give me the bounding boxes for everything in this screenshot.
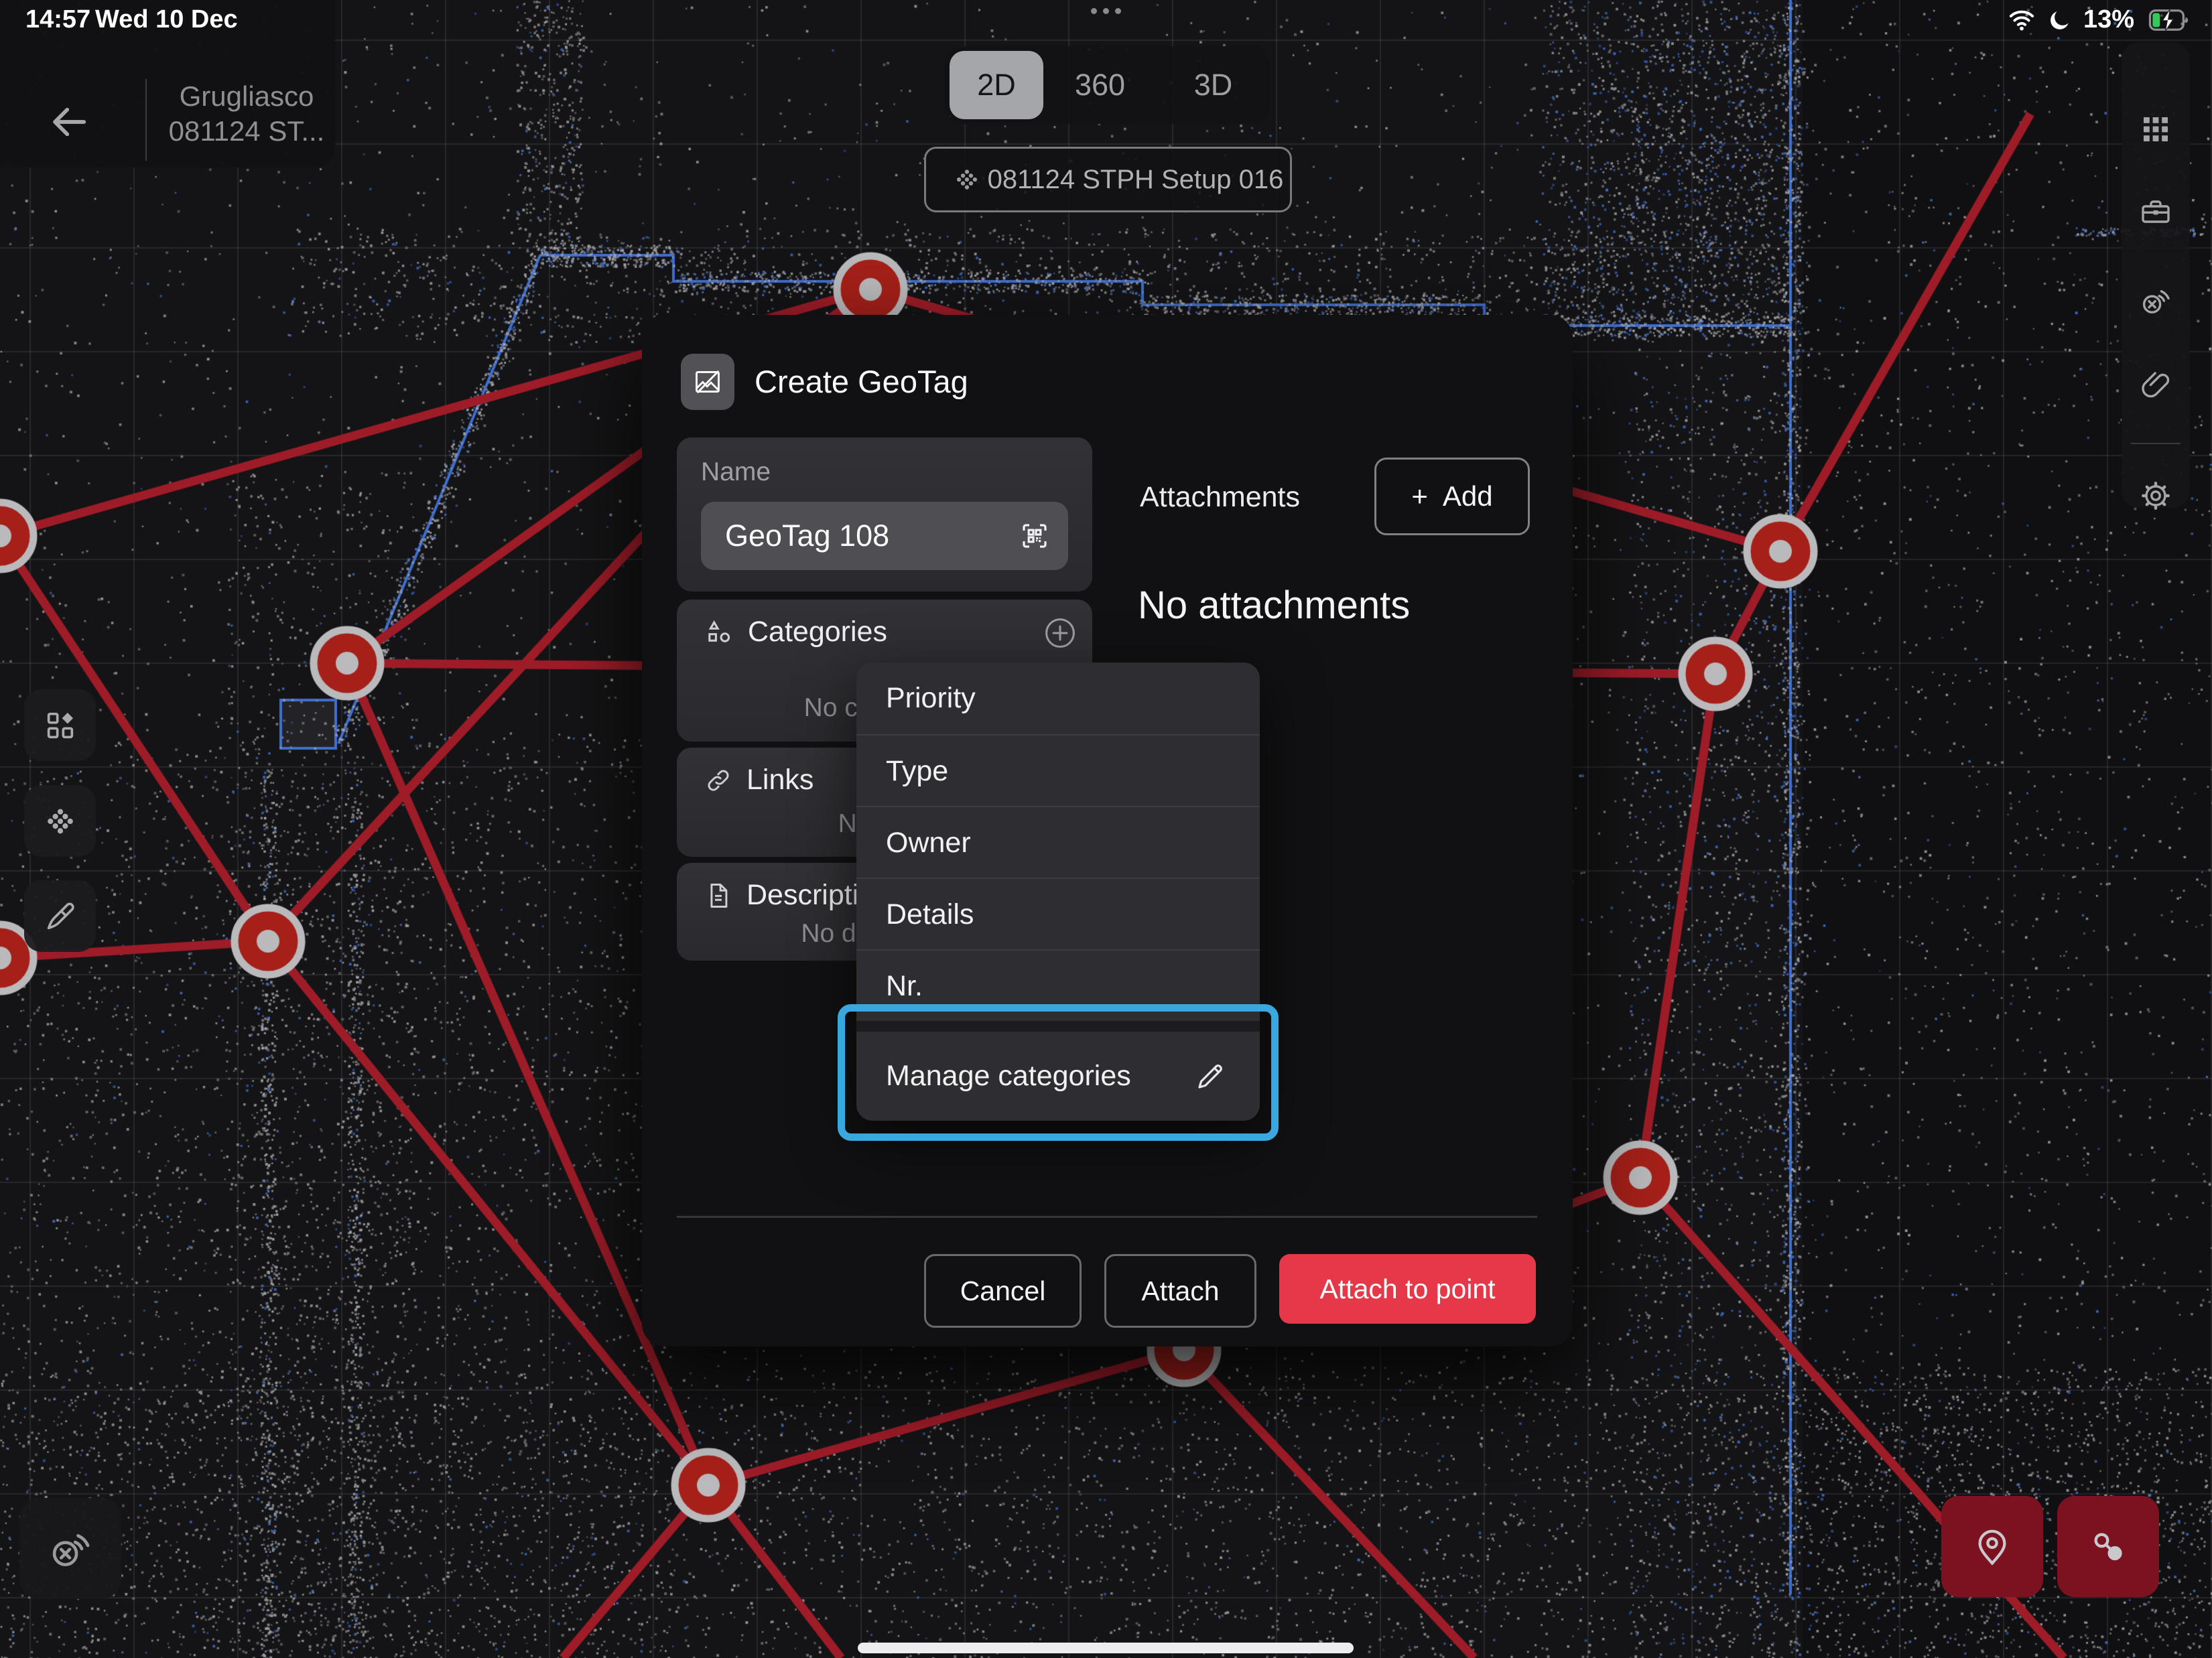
- tab-2d[interactable]: 2D: [950, 51, 1043, 119]
- name-section: Name GeoTag 108: [677, 437, 1092, 592]
- name-label: Name: [701, 458, 771, 487]
- attach-to-point-button[interactable]: Attach to point: [1279, 1254, 1536, 1324]
- category-dropdown-menu: Priority Type Owner Details Nr. Manage c…: [856, 663, 1260, 1121]
- right-toolbar: [2122, 42, 2190, 508]
- document-icon: [704, 881, 733, 910]
- pointcloud-icon: [953, 165, 981, 194]
- link-points-button[interactable]: [2057, 1496, 2159, 1597]
- menu-item-owner[interactable]: Owner: [856, 806, 1260, 879]
- attachments-label: Attachments: [1140, 481, 1300, 514]
- slice-button[interactable]: [24, 880, 96, 952]
- multitask-dots: [1091, 8, 1123, 16]
- add-attachment-button[interactable]: + Add: [1374, 458, 1530, 535]
- add-category-icon[interactable]: [1043, 616, 1078, 650]
- status-icons: 13%: [2007, 5, 2193, 34]
- back-arrow-icon: [42, 95, 95, 149]
- add-attachment-label: Add: [1443, 480, 1493, 512]
- menu-item-label: Priority: [886, 682, 976, 715]
- menu-item-nr[interactable]: Nr.: [856, 949, 1260, 1022]
- paperclip-icon[interactable]: [2140, 368, 2172, 401]
- add-geotag-button[interactable]: [1941, 1496, 2043, 1597]
- attach-button[interactable]: Attach: [1104, 1254, 1256, 1328]
- location-pin-icon: [1971, 1525, 2014, 1568]
- name-value: GeoTag 108: [725, 519, 889, 553]
- categories-label: Categories: [748, 616, 887, 648]
- setup-selector-button[interactable]: 081124 STPH Setup 016: [924, 147, 1292, 212]
- menu-item-priority[interactable]: Priority: [856, 663, 1260, 734]
- status-date: Wed 10 Dec: [95, 5, 238, 34]
- qr-scan-icon[interactable]: [1019, 520, 1051, 552]
- plus-icon: +: [1411, 480, 1428, 512]
- battery-charging-icon: [2145, 7, 2193, 33]
- links-label: Links: [746, 764, 814, 797]
- menu-item-type[interactable]: Type: [856, 734, 1260, 807]
- menu-item-manage-categories[interactable]: Manage categories: [856, 1032, 1260, 1121]
- toolbox-icon[interactable]: [2140, 196, 2172, 228]
- tab-360[interactable]: 360: [1043, 46, 1157, 124]
- categories-icon: [704, 617, 734, 648]
- name-input[interactable]: GeoTag 108: [701, 502, 1068, 570]
- attachments-empty-text: No attachments: [1138, 583, 1410, 628]
- signal-off-icon: [48, 1527, 92, 1571]
- pencil-icon: [1194, 1060, 1226, 1093]
- signal-off-icon[interactable]: [2140, 285, 2172, 317]
- grid-icon[interactable]: [2140, 113, 2172, 145]
- menu-item-label: Type: [886, 755, 948, 788]
- view-mode-switcher: 2D 360 3D: [945, 46, 1270, 124]
- divider: [145, 79, 147, 161]
- menu-item-label: Details: [886, 898, 974, 931]
- tag-scan-off-button[interactable]: [19, 1498, 121, 1599]
- project-title-line1: Grugliasco: [166, 79, 327, 114]
- home-indicator[interactable]: [858, 1643, 1354, 1653]
- project-title-line2: 081124 ST...: [166, 114, 327, 149]
- node-link-icon: [2087, 1526, 2129, 1568]
- back-button[interactable]: [42, 95, 95, 149]
- setup-name: 081124 STPH Setup 016: [988, 165, 1284, 195]
- pointcloud-button[interactable]: [24, 785, 96, 857]
- menu-item-label: Owner: [886, 827, 971, 859]
- moon-icon: [2047, 7, 2073, 33]
- app-screen: { "status_bar": { "time": "14:57", "date…: [0, 0, 2212, 1658]
- modal-title: Create GeoTag: [755, 363, 968, 400]
- link-icon: [704, 766, 733, 795]
- gear-icon[interactable]: [2140, 480, 2172, 512]
- clock: 14:57: [25, 5, 90, 34]
- cancel-button[interactable]: Cancel: [924, 1254, 1082, 1328]
- menu-item-label: Nr.: [886, 970, 923, 1003]
- geotag-type-button[interactable]: [681, 354, 734, 410]
- menu-item-label: Manage categories: [886, 1060, 1131, 1093]
- wifi-icon: [2007, 9, 2036, 31]
- layers-icon: [43, 708, 78, 743]
- layers-button[interactable]: [24, 689, 96, 761]
- battery-percent: 13%: [2083, 5, 2134, 34]
- menu-item-details[interactable]: Details: [856, 878, 1260, 951]
- image-slash-icon: [692, 366, 723, 397]
- divider: [677, 1216, 1537, 1218]
- pointcloud-icon: [43, 804, 78, 839]
- menu-section-divider: [856, 1021, 1260, 1032]
- tab-3d[interactable]: 3D: [1157, 46, 1270, 124]
- scalpel-icon: [43, 899, 78, 934]
- divider: [2131, 443, 2181, 444]
